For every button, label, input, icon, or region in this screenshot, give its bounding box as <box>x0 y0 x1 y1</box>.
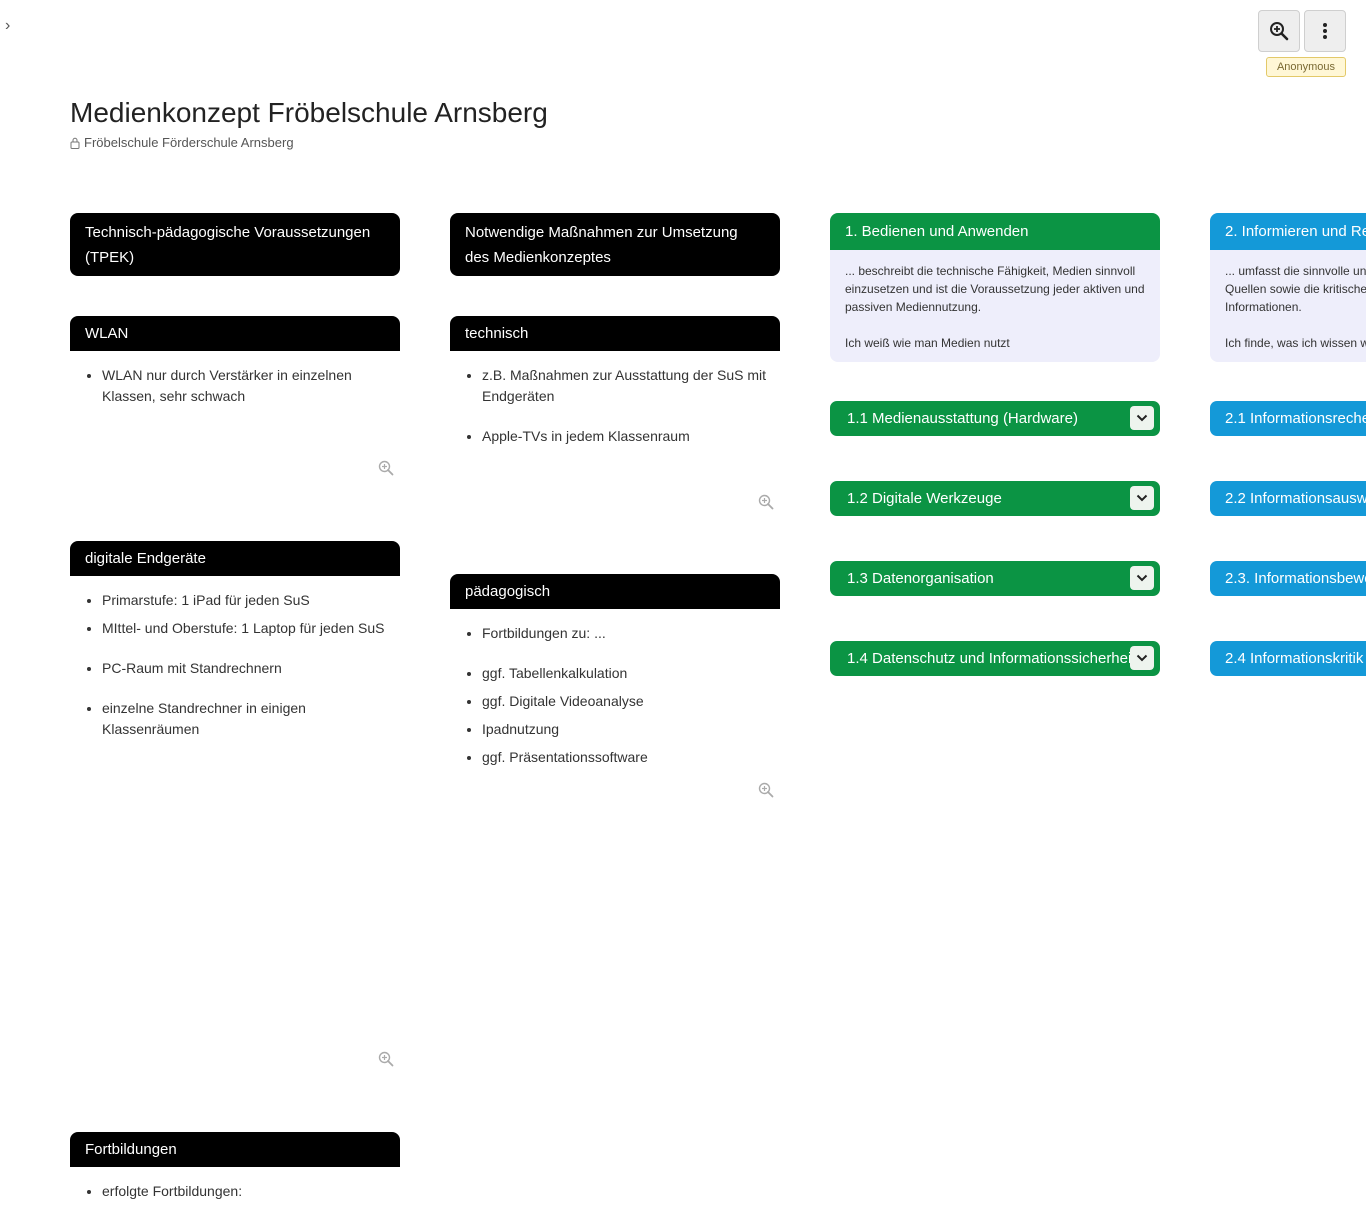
list-item: MIttel- und Oberstufe: 1 Laptop für jede… <box>102 618 400 639</box>
column-tpek: Technisch-pädagogische Voraussetzungen (… <box>70 213 400 1209</box>
zoom-card-icon[interactable] <box>378 460 394 481</box>
owner-label: Fröbelschule Förderschule Arnsberg <box>84 135 294 150</box>
user-badge: Anonymous <box>1266 57 1346 77</box>
subcompetence-2-1[interactable]: 2.1 Informationsrecherche <box>1210 401 1366 436</box>
card-body: Fortbildungen zu: ... ggf. Tabellenkalku… <box>450 609 780 823</box>
chevron-down-icon <box>1136 574 1148 582</box>
card-title: technisch <box>450 316 780 351</box>
list-item: ggf. Digitale Videoanalyse <box>482 691 780 712</box>
list-item: ggf. Präsentationssoftware <box>482 747 780 768</box>
column-informieren-recherchieren: 2. Informieren und Recherchieren ... umf… <box>1210 213 1366 683</box>
competence-description: ... beschreibt die technische Fähigkeit,… <box>830 250 1160 362</box>
card-wlan[interactable]: WLAN WLAN nur durch Verstärker in einzel… <box>70 316 400 501</box>
card-paedagogisch[interactable]: pädagogisch Fortbildungen zu: ... ggf. T… <box>450 574 780 823</box>
zoom-card-icon[interactable] <box>758 782 774 803</box>
description-line: ... umfasst die sinnvolle und zielgerich… <box>1225 264 1366 278</box>
column-header: Notwendige Maßnahmen zur Umsetzung des M… <box>450 213 780 276</box>
list-item: einzelne Standrechner in einigen Klassen… <box>102 698 400 740</box>
competence-card[interactable]: 2. Informieren und Recherchieren ... umf… <box>1210 213 1366 362</box>
list-item: Apple-TVs in jedem Klassenraum <box>482 426 780 447</box>
more-options-button[interactable] <box>1304 10 1346 52</box>
card-body: z.B. Maßnahmen zur Ausstattung der SuS m… <box>450 351 780 539</box>
card-fortbildungen[interactable]: Fortbildungen erfolgte Fortbildungen: <box>70 1132 400 1202</box>
column-header: Technisch-pädagogische Voraussetzungen (… <box>70 213 400 276</box>
expand-button[interactable] <box>1130 486 1154 510</box>
subcompetence-label: 1.4 Datenschutz und Informationssicherhe… <box>847 650 1136 667</box>
card-body: Primarstufe: 1 iPad für jeden SuS MIttel… <box>70 576 400 1097</box>
chevron-down-icon <box>1136 494 1148 502</box>
subcompetence-2-4[interactable]: 2.4 Informationskritik <box>1210 641 1366 676</box>
chevron-down-icon <box>1136 654 1148 662</box>
expand-button[interactable] <box>1130 646 1154 670</box>
subcompetence-label: 1.1 Medienausstattung (Hardware) <box>847 410 1078 427</box>
zoom-card-icon[interactable] <box>758 494 774 515</box>
subcompetence-label: 2.3. Informationsbewertung <box>1225 570 1366 587</box>
expand-sidebar-button[interactable]: › <box>5 17 10 35</box>
card-title: WLAN <box>70 316 400 351</box>
card-technisch[interactable]: technisch z.B. Maßnahmen zur Ausstattung… <box>450 316 780 539</box>
description-line: Ich finde, was ich wissen will <box>1225 336 1366 350</box>
column-bedienen-anwenden: 1. Bedienen und Anwenden ... beschreibt … <box>830 213 1160 676</box>
page-subtitle: Fröbelschule Förderschule Arnsberg <box>70 135 294 150</box>
zoom-card-icon[interactable] <box>378 1051 394 1072</box>
description-line: einzusetzen und ist die Voraussetzung je… <box>845 282 1145 296</box>
subcompetence-1-2[interactable]: 1.2 Digitale Werkzeuge <box>830 481 1160 516</box>
subcompetence-label: 1.3 Datenorganisation <box>847 570 994 587</box>
lock-icon <box>70 137 80 149</box>
page-title: Medienkonzept Fröbelschule Arnsberg <box>70 97 548 128</box>
card-body: erfolgte Fortbildungen: <box>70 1167 400 1202</box>
subcompetence-2-2[interactable]: 2.2 Informationsauswertung <box>1210 481 1366 516</box>
card-title: Fortbildungen <box>70 1132 400 1167</box>
subcompetence-label: 2.2 Informationsauswertung <box>1225 490 1366 507</box>
chevron-down-icon <box>1136 414 1148 422</box>
list-item: Fortbildungen zu: ... <box>482 623 780 644</box>
card-title: pädagogisch <box>450 574 780 609</box>
competence-title: 1. Bedienen und Anwenden <box>830 213 1160 250</box>
subcompetence-label: 2.4 Informationskritik <box>1225 650 1364 667</box>
expand-button[interactable] <box>1130 406 1154 430</box>
card-title: digitale Endgeräte <box>70 541 400 576</box>
card-body: WLAN nur durch Verstärker in einzelnen K… <box>70 351 400 501</box>
more-vert-icon <box>1323 23 1327 39</box>
subcompetence-2-3[interactable]: 2.3. Informationsbewertung <box>1210 561 1366 596</box>
list-item: erfolgte Fortbildungen: <box>102 1181 400 1202</box>
competence-title: 2. Informieren und Recherchieren <box>1210 213 1366 250</box>
list-item: z.B. Maßnahmen zur Ausstattung der SuS m… <box>482 365 780 407</box>
list-item: PC-Raum mit Standrechnern <box>102 658 400 679</box>
subcompetence-1-1[interactable]: 1.1 Medienausstattung (Hardware) <box>830 401 1160 436</box>
card-digitale-endgeraete[interactable]: digitale Endgeräte Primarstufe: 1 iPad f… <box>70 541 400 1097</box>
list-item: WLAN nur durch Verstärker in einzelnen K… <box>102 365 400 407</box>
zoom-in-icon <box>1270 22 1289 41</box>
description-line: Informationen. <box>1225 300 1302 314</box>
subcompetence-label: 2.1 Informationsrecherche <box>1225 410 1366 427</box>
description-line: Ich weiß wie man Medien nutzt <box>845 336 1010 350</box>
competence-description: ... umfasst die sinnvolle und zielgerich… <box>1210 250 1366 362</box>
subcompetence-1-3[interactable]: 1.3 Datenorganisation <box>830 561 1160 596</box>
description-line: passiven Mediennutzung. <box>845 300 982 314</box>
column-massnahmen: Notwendige Maßnahmen zur Umsetzung des M… <box>450 213 780 823</box>
description-line: Quellen sowie die kritische Bewertung un… <box>1225 282 1366 296</box>
zoom-button[interactable] <box>1258 10 1300 52</box>
description-line: ... beschreibt die technische Fähigkeit,… <box>845 264 1136 278</box>
expand-button[interactable] <box>1130 566 1154 590</box>
list-item: Ipadnutzung <box>482 719 780 740</box>
subcompetence-label: 1.2 Digitale Werkzeuge <box>847 490 1002 507</box>
subcompetence-1-4[interactable]: 1.4 Datenschutz und Informationssicherhe… <box>830 641 1160 676</box>
competence-card[interactable]: 1. Bedienen und Anwenden ... beschreibt … <box>830 213 1160 362</box>
list-item: Primarstufe: 1 iPad für jeden SuS <box>102 590 400 611</box>
list-item: ggf. Tabellenkalkulation <box>482 663 780 684</box>
